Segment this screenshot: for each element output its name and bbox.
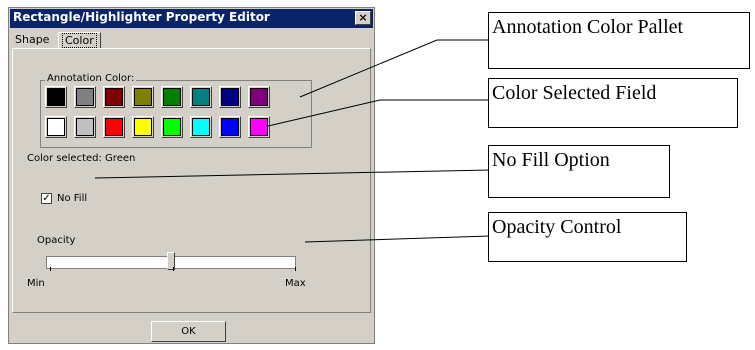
callout-no-fill: No Fill Option bbox=[488, 145, 670, 198]
callout-color-pallet: Annotation Color Pallet bbox=[488, 12, 750, 69]
callout-color-selected: Color Selected Field bbox=[488, 78, 738, 128]
callout-opacity: Opacity Control bbox=[488, 212, 687, 262]
